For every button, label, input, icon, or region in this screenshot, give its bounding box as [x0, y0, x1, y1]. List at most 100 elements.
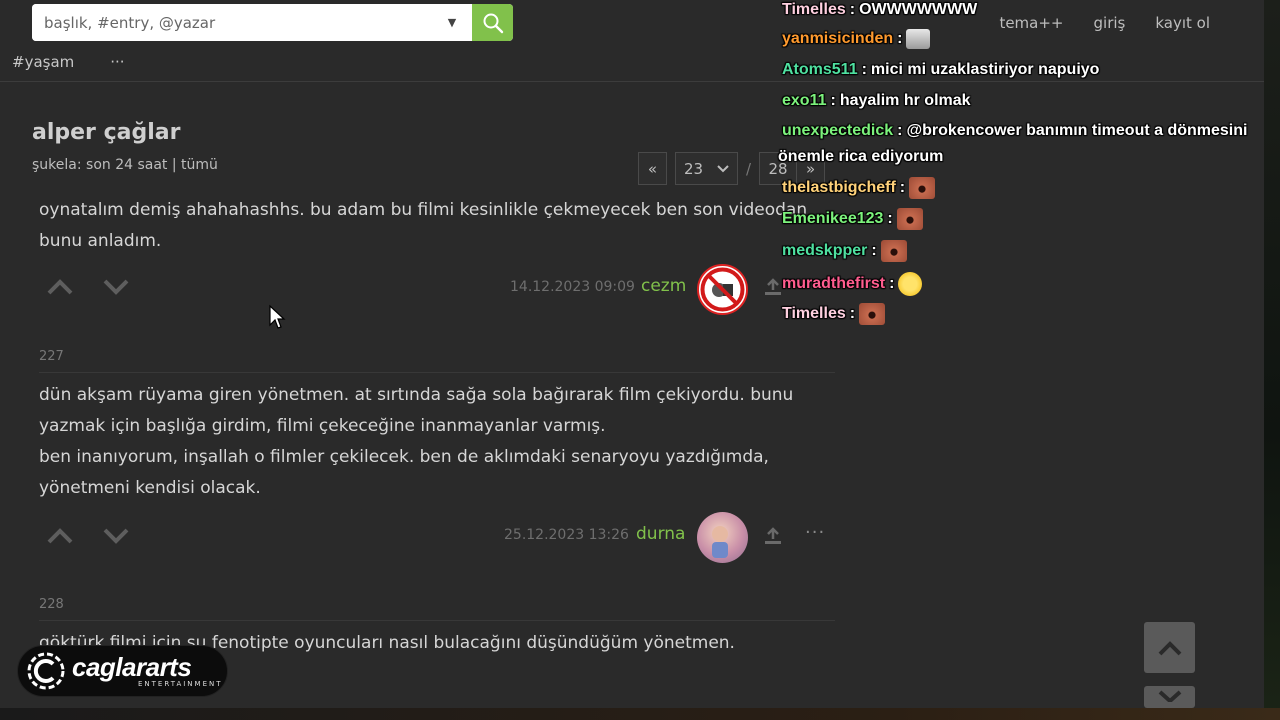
entry-line: ben inanıyorum, inşallah o filmler çekil…	[39, 447, 769, 467]
mouse-cursor-icon	[269, 304, 286, 329]
chat-username: Emenikee123	[782, 210, 884, 227]
nav-theme[interactable]: tema++	[999, 14, 1063, 32]
chat-username: exo11	[782, 92, 827, 109]
chat-message: muradthefirst :	[782, 272, 923, 296]
chat-username: yanmisicinden	[782, 30, 894, 47]
chat-message: Emenikee123 :	[782, 208, 923, 230]
pager-slash: /	[746, 159, 752, 178]
sukela-filter: şukela: son 24 saat | tümü	[32, 157, 218, 173]
entry-date[interactable]: 25.12.2023 13:26	[504, 527, 629, 543]
chat-separator: :	[889, 275, 895, 292]
chat-text: önemle rica ediyorum	[778, 148, 944, 165]
main-content: alper çağlar şukela: son 24 saat | tümü …	[0, 82, 1264, 708]
entry-number[interactable]: 228	[39, 597, 64, 612]
chat-username: unexpectedick	[782, 122, 894, 139]
channel-more-button[interactable]: ···	[110, 53, 124, 71]
entry-author[interactable]: durna	[636, 524, 685, 544]
entry-divider	[39, 372, 835, 373]
page-title[interactable]: alper çağlar	[32, 120, 180, 145]
chevron-up-icon	[1158, 640, 1181, 655]
search-input[interactable]	[32, 4, 432, 41]
entry-line: oynatalım demiş ahahahashhs. bu adam bu …	[39, 200, 808, 220]
face-emote-icon	[859, 303, 886, 325]
scroll-down-button[interactable]	[1144, 686, 1195, 708]
chat-text: OWWWWWWW	[859, 1, 978, 18]
upvote-icon[interactable]	[47, 278, 73, 296]
chat-message-continued: önemle rica ediyorum	[778, 148, 943, 166]
entry-content: oynatalım demiş ahahahashhs. bu adam bu …	[39, 195, 809, 257]
chat-separator: :	[897, 122, 903, 139]
page-select-value: 23	[684, 159, 704, 178]
caglararts-logo-icon	[27, 652, 65, 690]
chat-username: Atoms511	[782, 61, 858, 78]
entry-date[interactable]: 14.12.2023 09:09	[510, 279, 635, 295]
channel-nav: #yaşam ···	[12, 53, 125, 71]
chat-separator: :	[830, 92, 836, 109]
share-icon[interactable]	[763, 526, 783, 546]
nav-register[interactable]: kayıt ol	[1155, 14, 1210, 32]
chat-username: muradthefirst	[782, 275, 886, 292]
downvote-icon[interactable]	[103, 278, 129, 296]
entry-more-button[interactable]: ···	[805, 522, 825, 543]
sukela-link-all[interactable]: tümü	[181, 157, 218, 173]
chat-text: mici mi uzaklastiriyor napuiyo	[870, 61, 1100, 78]
chat-separator: :	[899, 179, 906, 196]
entry-divider	[39, 620, 835, 621]
chat-separator: :	[887, 210, 893, 227]
search-button[interactable]	[472, 4, 513, 41]
search-dropdown-toggle[interactable]: ▼	[432, 4, 472, 41]
search-icon	[483, 13, 503, 33]
chat-text: hayalim hr olmak	[839, 92, 971, 109]
chat-message: Timelles :	[782, 303, 886, 325]
top-nav: tema++ giriş kayıt ol	[999, 14, 1210, 32]
avatar[interactable]	[697, 512, 748, 563]
chat-message: unexpectedick : @brokencower banımın tim…	[782, 122, 1247, 140]
sukela-link-24h[interactable]: son 24 saat	[86, 157, 167, 173]
no-entry-sign-icon	[700, 267, 745, 312]
upvote-icon[interactable]	[47, 527, 73, 545]
logo-wordmark: caglararts	[72, 652, 192, 682]
profile-picture	[712, 526, 728, 558]
chat-username: medskpper	[782, 242, 868, 259]
background-bottom	[0, 708, 1280, 720]
logo-tagline: ENTERTAINMENT	[138, 680, 223, 688]
chat-separator: :	[871, 242, 877, 259]
entry-line: yazmak için başlığa girdim, filmi çekece…	[39, 416, 606, 436]
avatar[interactable]	[697, 264, 748, 315]
vote-group	[47, 278, 129, 296]
chat-username: Timelles	[782, 305, 846, 322]
chat-separator: :	[861, 61, 867, 78]
chat-separator: :	[897, 30, 903, 47]
chat-separator: :	[849, 305, 856, 322]
face-emote-icon	[909, 177, 936, 199]
prev-page-button[interactable]: «	[638, 152, 667, 185]
chevron-down-icon	[1158, 690, 1181, 702]
car-emote-icon	[906, 29, 931, 49]
caret-down-icon: ▼	[447, 16, 457, 29]
share-icon[interactable]	[763, 277, 783, 297]
sukela-separator: |	[171, 157, 177, 173]
nav-login[interactable]: giriş	[1094, 14, 1126, 32]
chat-message: Atoms511 : mici mi uzaklastiriyor napuiy…	[782, 61, 1099, 79]
entry-number[interactable]: 227	[39, 349, 64, 364]
entry-line: bunu anladım.	[39, 231, 162, 251]
entry-content: dün akşam rüyama giren yönetmen. at sırt…	[39, 380, 809, 504]
yellow-face-emote-icon	[898, 272, 923, 296]
chat-message: yanmisicinden :	[782, 29, 931, 49]
face-emote-icon	[896, 208, 923, 230]
channel-link-yasam[interactable]: #yaşam	[12, 53, 74, 71]
chat-message: Timelles : OWWWWWWW	[782, 1, 977, 19]
sukela-label: şukela:	[32, 157, 82, 173]
search-box: ▼	[32, 4, 513, 41]
vote-group	[47, 527, 129, 545]
chevron-down-icon	[717, 164, 729, 172]
entry-author[interactable]: cezm	[641, 276, 686, 296]
chat-username: thelastbigcheff	[782, 179, 896, 196]
caglararts-logo: caglararts ENTERTAINMENT	[17, 645, 228, 697]
chat-text: @brokencower banımın timeout a dönmesini	[906, 122, 1248, 139]
scroll-up-button[interactable]	[1144, 622, 1195, 673]
page-select[interactable]: 23	[675, 152, 738, 185]
chat-separator: :	[849, 1, 856, 18]
entry-line: dün akşam rüyama giren yönetmen. at sırt…	[39, 385, 794, 405]
downvote-icon[interactable]	[103, 527, 129, 545]
